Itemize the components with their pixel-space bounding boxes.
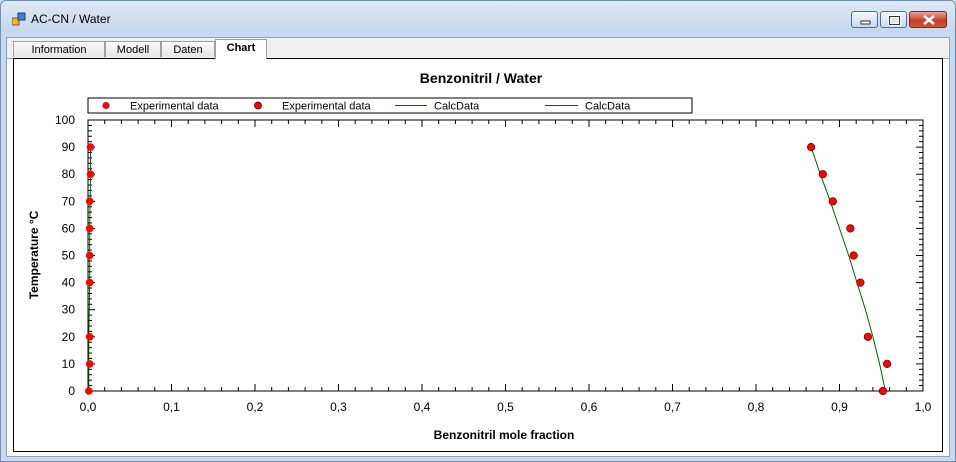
legend-label-1: Experimental data [282,101,372,113]
tab-chart[interactable]: Chart [215,39,267,59]
data-point-series-0 [85,333,94,341]
window-title: AC-CN / Water [31,12,111,26]
data-point-series-1 [863,332,872,341]
title-bar[interactable]: AC-CN / Water [1,1,955,35]
close-icon [923,15,935,25]
client-area: Information Modell Daten Chart Benzonitr… [6,37,950,457]
y-axis-label: Temperature °C [27,210,41,299]
data-point-series-0 [86,170,95,178]
app-icon [12,12,26,26]
data-point-series-0 [85,278,94,287]
y-tick-label: 10 [62,357,76,371]
data-point-series-1 [849,251,858,260]
x-tick-label: 0,7 [664,400,681,414]
maximize-button[interactable] [880,11,907,28]
tab-information[interactable]: Information [13,41,105,57]
maximize-icon [888,15,901,26]
x-tick-label: 0,6 [581,400,598,414]
data-point-series-1 [828,197,837,206]
data-point-series-0 [86,143,95,151]
x-tick-label: 0,4 [414,400,431,414]
x-tick-label: 1,0 [915,400,932,414]
tab-strip: Information Modell Daten Chart [7,38,949,59]
x-tick-label: 0,5 [497,400,514,414]
legend-marker-1 [254,101,262,110]
data-point-series-0 [85,197,94,206]
tab-daten[interactable]: Daten [161,41,215,57]
close-button[interactable] [909,11,947,28]
x-tick-label: 0,9 [831,400,848,414]
app-window: AC-CN / Water Information Modell Daten C… [0,0,956,462]
plot-area [87,119,924,392]
minimize-icon [860,20,871,25]
data-point-series-1 [846,224,855,233]
y-tick-label: 30 [62,303,76,317]
y-tick-label: 60 [62,221,76,235]
x-tick-label: 0,2 [247,400,264,414]
chart: Benzonitril / Water Experimental data Ex… [27,70,932,442]
data-point-series-1 [807,142,816,152]
chart-title: Benzonitril / Water [420,70,543,86]
minimize-button[interactable] [851,11,878,28]
y-tick-label: 90 [62,140,76,154]
y-tick-label: 20 [62,330,76,344]
y-tick-label: 50 [62,249,76,263]
y-tick-label: 70 [62,194,76,208]
legend-label-3: CalcData [585,101,631,113]
y-tick-label: 80 [62,167,76,181]
data-point-series-1 [878,386,888,396]
data-point-series-0 [85,360,94,368]
x-tick-label: 0,3 [330,400,347,414]
y-tick-label: 100 [55,113,75,127]
data-point-series-1 [882,359,892,369]
legend-label-0: Experimental data [130,101,220,113]
data-point-series-0 [85,224,94,233]
data-point-series-1 [818,170,827,179]
data-point-series-1 [856,278,865,287]
tab-modell[interactable]: Modell [105,41,161,57]
x-tick-label: 0,0 [80,400,97,414]
x-tick-label: 0,1 [163,400,180,414]
legend-marker-0 [102,102,110,109]
data-point-series-0 [85,251,94,260]
y-tick-label: 40 [62,276,76,290]
legend-label-2: CalcData [434,101,480,113]
data-point-series-0 [85,387,93,395]
x-tick-label: 0,8 [748,400,765,414]
x-axis-label: Benzonitril mole fraction [434,428,575,442]
chart-panel: Benzonitril / Water Experimental data Ex… [13,58,943,452]
y-tick-label: 0 [68,384,75,398]
